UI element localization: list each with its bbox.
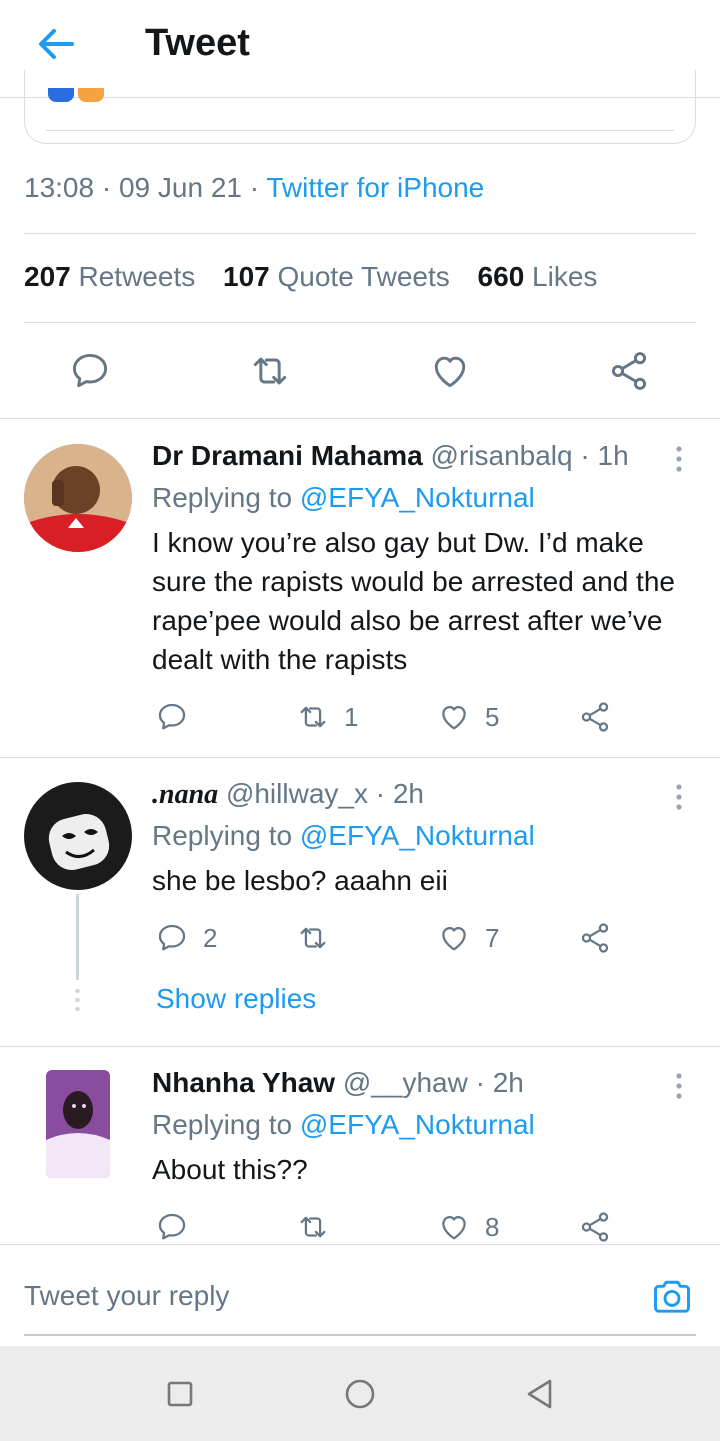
reply-icon[interactable]: 2 [155, 921, 217, 955]
like-icon[interactable] [428, 349, 472, 393]
more-vertical-icon[interactable] [674, 444, 684, 474]
divider [0, 757, 720, 758]
thread-line [76, 894, 79, 980]
show-replies-link[interactable]: Show replies [156, 983, 316, 1015]
reply-icon[interactable] [155, 1210, 203, 1244]
reply-input[interactable]: Tweet your reply [24, 1280, 229, 1312]
like-count: 5 [485, 701, 500, 732]
tweet-date: 09 Jun 21 [118, 172, 242, 203]
tweet-timestamp: 13:08 · 09 Jun 21 · Twitter for iPhone [24, 172, 485, 203]
replying-to: Replying to @EFYA_Nokturnal [152, 1109, 535, 1140]
mention-link[interactable]: @EFYA_Nokturnal [300, 1109, 535, 1140]
like-count: 8 [485, 1211, 500, 1242]
thread-dots-icon [74, 988, 81, 1012]
reply-count: 2 [203, 922, 218, 953]
share-icon[interactable] [607, 349, 651, 393]
avatar[interactable] [46, 1070, 110, 1178]
retweet-icon[interactable] [248, 349, 292, 393]
retweet-count: 1 [344, 701, 359, 732]
divider [0, 418, 720, 419]
more-vertical-icon[interactable] [674, 1071, 684, 1101]
divider [24, 322, 696, 323]
tweet-time: 13:08 [24, 172, 95, 203]
replying-to: Replying to @EFYA_Nokturnal [152, 482, 535, 513]
avatar[interactable] [24, 782, 132, 890]
retweet-icon[interactable]: 1 [296, 700, 358, 734]
reply-icon[interactable] [155, 700, 203, 734]
replying-to: Replying to @EFYA_Nokturnal [152, 820, 535, 851]
like-icon[interactable]: 8 [437, 1210, 499, 1244]
reply-author[interactable]: Dr Dramani Mahama @risanbalq · 1h [152, 440, 629, 472]
more-vertical-icon[interactable] [674, 782, 684, 812]
nav-back-icon[interactable] [522, 1376, 558, 1412]
like-icon[interactable]: 7 [437, 921, 499, 955]
reply-text: I know you’re also gay but Dw. I’d make … [152, 527, 675, 675]
tweet-source-link[interactable]: Twitter for iPhone [266, 172, 484, 203]
divider [0, 1046, 720, 1047]
share-icon[interactable] [578, 921, 612, 955]
divider [24, 233, 696, 234]
quoted-tweet-card[interactable] [24, 70, 696, 144]
reply-author[interactable]: Nhanha Yhaw @__yhaw · 2h [152, 1067, 524, 1099]
share-icon[interactable] [578, 1210, 612, 1244]
tweet-stats: 207 Retweets 107 Quote Tweets 660 Likes [24, 261, 597, 293]
back-arrow-icon[interactable] [34, 22, 78, 66]
reply-text: About this?? [152, 1154, 308, 1185]
reply-text: she be lesbo? aaahn eii [152, 865, 448, 896]
reply-icon[interactable] [68, 349, 112, 393]
avatar[interactable] [24, 444, 132, 552]
like-count: 7 [485, 922, 500, 953]
reply-author[interactable]: .nana @hillway_x · 2h [152, 778, 424, 811]
retweet-icon[interactable] [296, 1210, 344, 1244]
nav-recents-icon[interactable] [162, 1376, 198, 1412]
retweets-stat[interactable]: 207 Retweets [24, 261, 195, 292]
retweet-icon[interactable] [296, 921, 344, 955]
quoted-emoji-icon [78, 88, 104, 102]
quoted-card-divider [46, 130, 674, 131]
mention-link[interactable]: @EFYA_Nokturnal [300, 482, 535, 513]
nav-home-icon[interactable] [342, 1376, 378, 1412]
quote-tweets-stat[interactable]: 107 Quote Tweets [223, 261, 450, 292]
page-title: Tweet [145, 22, 250, 64]
likes-stat[interactable]: 660 Likes [478, 261, 598, 292]
camera-icon[interactable] [650, 1274, 694, 1318]
share-icon[interactable] [578, 700, 612, 734]
quoted-emoji-icon [48, 88, 74, 102]
input-underline [24, 1334, 696, 1336]
mention-link[interactable]: @EFYA_Nokturnal [300, 820, 535, 851]
like-icon[interactable]: 5 [437, 700, 499, 734]
